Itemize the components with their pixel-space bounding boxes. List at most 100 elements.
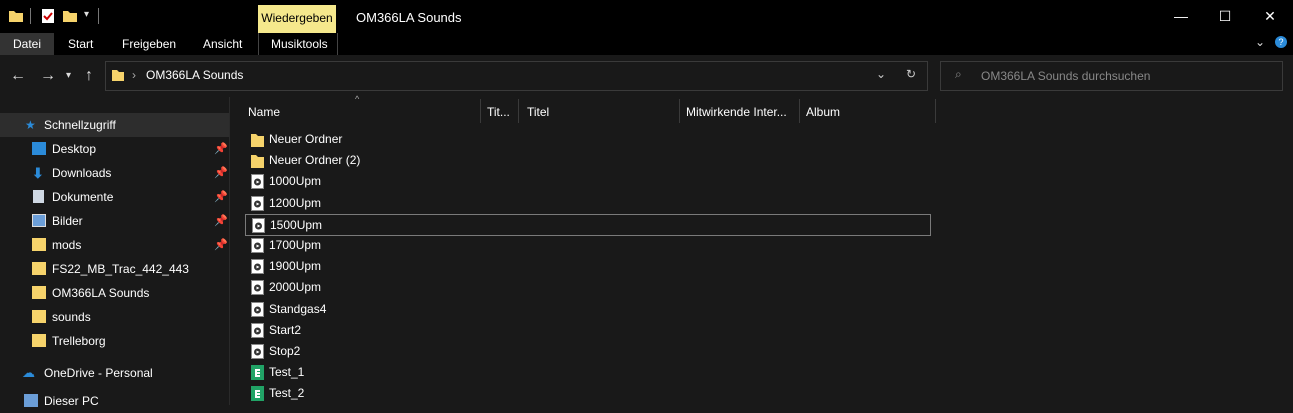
forward-arrow-icon[interactable]: → <box>40 67 56 85</box>
cloud-icon: ☁ <box>22 365 35 380</box>
chevron-down-icon[interactable]: ⌄ <box>876 67 886 81</box>
folder-icon <box>112 70 124 81</box>
file-name: 1500Upm <box>270 217 323 232</box>
file-name: Test_1 <box>269 365 305 380</box>
up-arrow-icon[interactable]: ↑ <box>85 67 93 85</box>
expand-ribbon-icon[interactable]: ⌄ <box>1255 35 1265 49</box>
file-row[interactable]: 1000Upm <box>245 171 931 192</box>
column-header-track[interactable]: Tit... <box>487 101 510 123</box>
sidebar-item-downloads[interactable]: ⬇ Downloads 📌 <box>0 161 229 185</box>
search-box[interactable]: ⌕ OM366LA Sounds durchsuchen <box>940 61 1283 91</box>
star-icon: ★ <box>25 118 36 132</box>
column-separator[interactable] <box>679 99 680 123</box>
document-icon <box>33 190 44 203</box>
sort-ascending-icon: ^ <box>355 94 360 104</box>
sidebar-item-dokumente[interactable]: Dokumente 📌 <box>0 185 229 209</box>
file-name: Neuer Ordner <box>269 132 343 146</box>
file-row[interactable]: Neuer Ordner <box>245 129 931 150</box>
audio-file-icon <box>251 195 264 211</box>
pin-icon: 📌 <box>214 239 228 251</box>
column-header-name[interactable]: Name <box>248 101 280 123</box>
sidebar-item-fs22[interactable]: FS22_MB_Trac_442_443 <box>0 257 229 281</box>
sidebar-item-onedrive[interactable]: ☁ OneDrive - Personal <box>0 361 229 385</box>
sidebar-item-bilder[interactable]: Bilder 📌 <box>0 209 229 233</box>
sidebar-item-schnellzugriff[interactable]: ★ Schnellzugriff <box>0 113 229 137</box>
audio-file-icon <box>251 259 264 275</box>
file-name: Stop2 <box>269 344 301 358</box>
audio-file-icon <box>251 322 264 338</box>
properties-icon[interactable] <box>40 8 56 24</box>
pin-icon: 📌 <box>214 167 228 179</box>
tab-musiktools[interactable]: Musiktools <box>271 33 328 55</box>
file-row[interactable]: 1700Upm <box>245 235 931 256</box>
file-row[interactable]: Neuer Ordner (2) <box>245 150 931 171</box>
audio-file-icon <box>251 344 264 359</box>
sidebar-item-sounds[interactable]: sounds <box>0 305 229 329</box>
folder-icon <box>32 310 46 323</box>
tab-freigeben[interactable]: Freigeben <box>122 33 176 55</box>
back-arrow-icon[interactable]: ← <box>10 67 26 85</box>
help-icon[interactable]: ? <box>1275 36 1287 48</box>
sidebar-item-trelleborg[interactable]: Trelleborg <box>0 329 229 353</box>
pictures-icon <box>32 214 46 227</box>
download-icon: ⬇ <box>32 165 44 181</box>
sidebar-item-desktop[interactable]: Desktop 📌 <box>0 137 229 161</box>
file-row[interactable]: 1500Upm <box>245 213 931 236</box>
folder-icon <box>251 153 264 169</box>
pin-icon: 📌 <box>214 191 228 203</box>
file-row[interactable]: Test_1 <box>245 362 931 383</box>
file-name: 1700Upm <box>269 238 322 252</box>
sidebar-item-om366la-sounds[interactable]: OM366LA Sounds <box>0 281 229 305</box>
folder-icon <box>32 238 46 251</box>
spreadsheet-icon <box>251 365 264 381</box>
file-name: 1000Upm <box>269 174 322 189</box>
new-folder-icon[interactable] <box>62 8 78 24</box>
title-bar: ▾ Wiedergeben OM366LA Sounds — ☐ ✕ <box>0 0 1293 33</box>
sidebar-item-dieser-pc[interactable]: Dieser PC <box>0 389 229 413</box>
audio-file-icon <box>252 217 265 233</box>
file-name: Neuer Ordner (2) <box>269 153 361 168</box>
file-row[interactable]: 1900Upm <box>245 256 931 277</box>
tab-ansicht[interactable]: Ansicht <box>203 33 242 55</box>
file-name: 1200Upm <box>269 195 322 210</box>
tab-datei[interactable]: Datei <box>0 33 54 55</box>
file-row[interactable]: Start2 <box>245 320 931 341</box>
column-header-album[interactable]: Album <box>806 101 840 123</box>
folder-icon <box>32 262 46 275</box>
folder-icon <box>251 132 264 147</box>
desktop-icon <box>32 142 46 155</box>
pin-icon: 📌 <box>214 143 228 155</box>
recent-locations-icon[interactable]: ▾ <box>66 70 71 81</box>
column-header-title[interactable]: Titel <box>527 101 549 123</box>
tab-start[interactable]: Start <box>68 33 93 55</box>
separator <box>98 8 99 24</box>
file-name: 1900Upm <box>269 259 322 274</box>
pc-icon <box>24 394 38 407</box>
sidebar-item-mods[interactable]: mods 📌 <box>0 233 229 257</box>
search-input[interactable]: OM366LA Sounds durchsuchen <box>981 69 1150 83</box>
column-separator[interactable] <box>518 99 519 123</box>
file-row[interactable]: Test_2 <box>245 383 931 404</box>
window-title: OM366LA Sounds <box>356 10 462 25</box>
audio-file-icon <box>251 174 264 190</box>
maximize-button[interactable]: ☐ <box>1202 0 1248 33</box>
file-row[interactable]: 2000Upm <box>245 277 931 298</box>
minimize-button[interactable]: — <box>1158 0 1204 33</box>
column-separator[interactable] <box>480 99 481 123</box>
column-header-artists[interactable]: Mitwirkende Inter... <box>686 101 787 123</box>
address-bar[interactable]: › OM366LA Sounds ⌄ ↻ <box>105 61 928 91</box>
navigation-pane: ★ Schnellzugriff Desktop 📌 ⬇ Downloads 📌… <box>0 97 229 408</box>
file-row[interactable]: 1200Upm <box>245 193 931 214</box>
file-row[interactable]: Standgas4 <box>245 299 931 320</box>
breadcrumb-current[interactable]: OM366LA Sounds <box>146 68 243 82</box>
refresh-icon[interactable]: ↻ <box>906 67 916 81</box>
column-separator[interactable] <box>935 99 936 123</box>
column-separator[interactable] <box>799 99 800 123</box>
close-button[interactable]: ✕ <box>1247 0 1293 33</box>
folder-icon <box>32 334 46 347</box>
pane-divider <box>229 97 230 405</box>
customize-quick-access-icon[interactable]: ▾ <box>84 9 89 20</box>
file-row[interactable]: Stop2 <box>245 341 931 362</box>
folder-icon[interactable] <box>8 8 24 24</box>
separator <box>30 8 31 24</box>
